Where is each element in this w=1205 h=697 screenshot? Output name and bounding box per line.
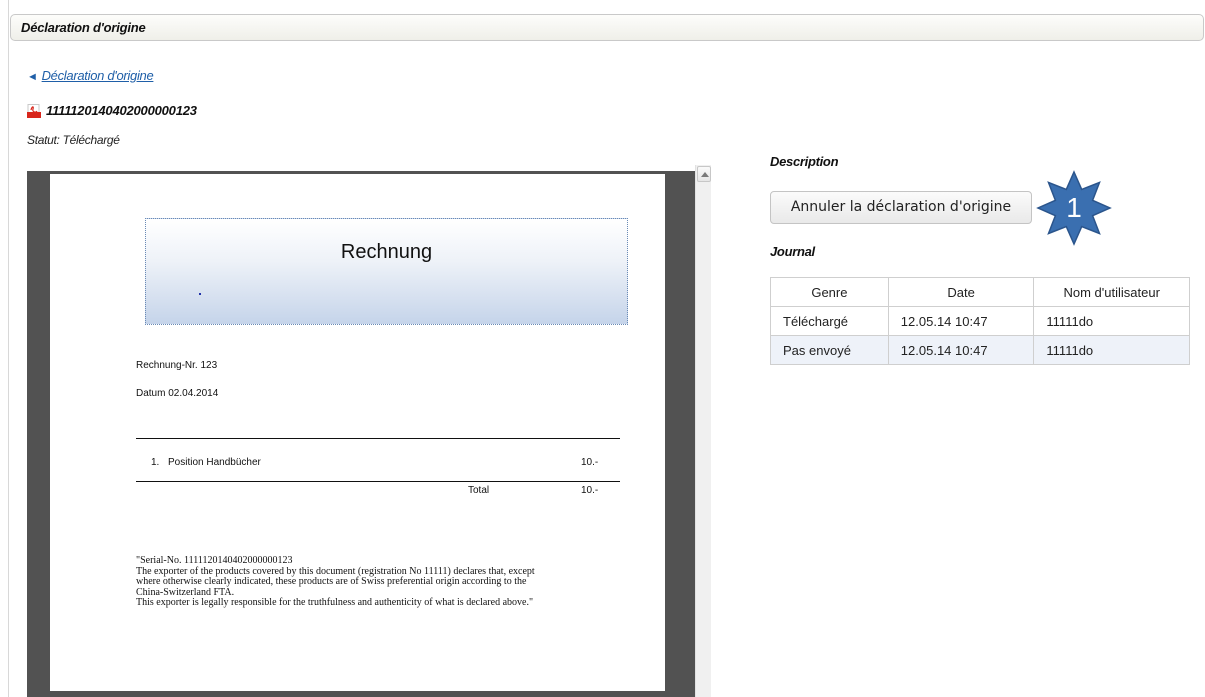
column-header-username: Nom d'utilisateur <box>1033 277 1190 307</box>
invoice-title: Rechnung <box>340 241 433 263</box>
back-link-label: Déclaration d'origine <box>41 68 154 83</box>
journal-table: Genre Date Nom d'utilisateur Téléchargé … <box>770 277 1190 365</box>
line-item-number: 1. <box>151 457 160 468</box>
callout-badge: 1 <box>1036 170 1112 246</box>
cell-date: 12.05.14 10:47 <box>887 335 1035 365</box>
declaration-line: This exporter is legally responsible for… <box>136 597 534 608</box>
table-header-row: Genre Date Nom d'utilisateur <box>770 277 1190 307</box>
cell-username: 11111do <box>1033 306 1190 336</box>
document-id: 1111120140402000000123 <box>27 103 197 118</box>
page-title-bar: Déclaration d'origine <box>10 14 1204 41</box>
cell-genre: Téléchargé <box>770 306 889 336</box>
cell-date: 12.05.14 10:47 <box>887 306 1035 336</box>
invoice-dot <box>199 293 201 295</box>
cell-genre: Pas envoyé <box>770 335 889 365</box>
line-item-label: Position Handbücher <box>168 457 261 468</box>
column-header-date: Date <box>887 277 1035 307</box>
cancel-declaration-button[interactable]: Annuler la déclaration d'origine <box>770 191 1032 224</box>
table-row: Pas envoyé 12.05.14 10:47 11111do <box>770 335 1190 365</box>
origin-declaration-text: "Serial-No. 1111120140402000000123 The e… <box>136 555 656 609</box>
total-label: Total <box>468 485 490 496</box>
table-bottom-rule <box>136 481 620 482</box>
journal-heading: Journal <box>770 244 815 259</box>
invoice-header-box: Rechnung <box>145 218 628 325</box>
cell-username: 11111do <box>1033 335 1190 365</box>
line-item-amount: 10.- <box>581 457 599 468</box>
column-header-genre: Genre <box>770 277 889 307</box>
back-arrow-icon: ◄ <box>27 71 38 83</box>
pdf-viewer[interactable]: Rechnung Rechnung-Nr. 123 Datum 02.04.20… <box>27 165 711 697</box>
back-link[interactable]: ◄ Déclaration d'origine <box>27 68 154 83</box>
status-text: Statut: Téléchargé <box>27 133 120 147</box>
table-row: Téléchargé 12.05.14 10:47 11111do <box>770 306 1190 336</box>
pdf-icon[interactable] <box>27 103 41 118</box>
invoice-date: Datum 02.04.2014 <box>136 388 219 399</box>
scroll-up-arrow-icon[interactable] <box>697 166 711 182</box>
callout-number: 1 <box>1066 192 1082 223</box>
total-amount: 10.- <box>581 485 599 496</box>
document-number[interactable]: 1111120140402000000123 <box>46 103 197 118</box>
declaration-line: where otherwise clearly indicated, these… <box>136 576 527 587</box>
invoice-number: Rechnung-Nr. 123 <box>136 360 218 371</box>
page-title: Déclaration d'origine <box>21 20 146 35</box>
pdf-scrollbar[interactable] <box>695 165 711 697</box>
declaration-line: "Serial-No. 1111120140402000000123 <box>136 555 293 566</box>
pdf-page: Rechnung Rechnung-Nr. 123 Datum 02.04.20… <box>50 174 665 691</box>
table-top-rule <box>136 438 620 439</box>
description-heading: Description <box>770 154 839 169</box>
